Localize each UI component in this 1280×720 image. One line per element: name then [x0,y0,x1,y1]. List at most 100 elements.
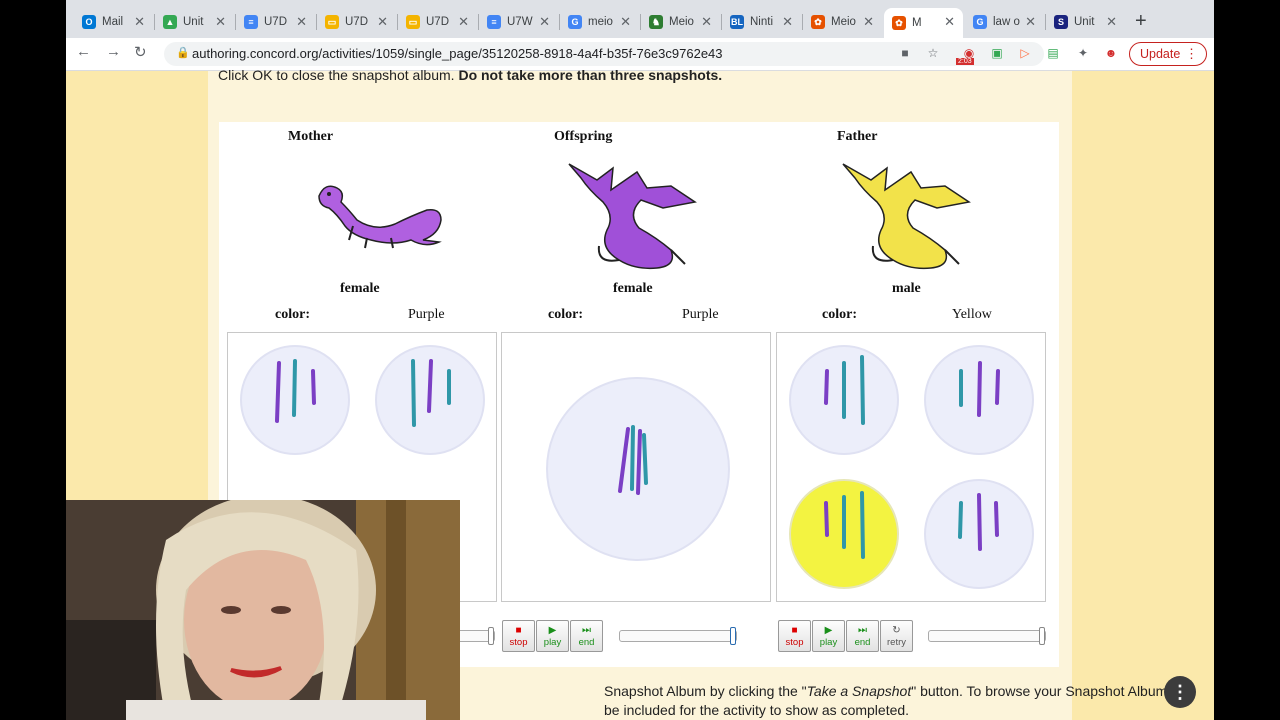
play-label: play [819,637,838,648]
top-instruction-text: Click OK to close the snapshot album. [218,67,459,83]
father-cell-3 [789,479,899,589]
retry-icon: ↻ [892,625,901,636]
instruction-italic: Take a Snapshot [806,683,912,699]
google-slides-icon: ▭ [406,15,420,29]
mother-dragon-image [318,185,442,249]
chromosomes [275,359,316,423]
browser-tab[interactable]: ✿ Meio ✕ [803,8,882,36]
browser-tab[interactable]: ▭ U7D ✕ [398,8,477,36]
reload-icon[interactable]: ↻ [134,43,147,61]
mother-color-label: color: [275,307,310,322]
mother-color-value: Purple [408,307,445,322]
tab-title: Unit [183,16,204,28]
father-stop-button[interactable]: ■ stop [778,620,811,652]
close-tab-icon[interactable]: ✕ [1106,14,1117,30]
instruction-text: " button. To browse your Snapshot Album, [911,683,1172,699]
chromosomes [824,491,865,559]
close-tab-icon[interactable]: ✕ [782,14,793,30]
profile-avatar-icon[interactable]: ☻ [1104,46,1118,60]
bottom-instruction: Snapshot Album by clicking the "Take a S… [604,682,1171,720]
back-icon[interactable]: ← [76,43,91,60]
browser-tab[interactable]: BL Ninti ✕ [722,8,801,36]
close-tab-icon[interactable]: ✕ [296,14,307,30]
close-tab-icon[interactable]: ✕ [377,14,388,30]
close-tab-icon[interactable]: ✕ [620,14,631,30]
tab-title: Mail [102,16,124,28]
google-slides-icon: ▭ [325,15,339,29]
tab-title: Meio [669,16,694,28]
concord-icon: ✿ [892,16,906,30]
offspring-title: Offspring [554,129,613,144]
close-tab-icon[interactable]: ✕ [134,14,145,30]
top-instruction-warning: Do not take more than three snapshots. [458,67,723,83]
browser-tab[interactable]: ✿ M ✕ [884,8,963,38]
extension-green-icon[interactable]: ▤ [1046,46,1060,60]
browser-tab[interactable]: ♞ Meio ✕ [641,8,720,36]
tab-title: Unit [1074,16,1095,28]
forward-icon[interactable]: → [106,43,121,60]
slider-thumb[interactable] [1039,627,1045,645]
offspring-cell [546,377,730,561]
father-cell-1 [789,345,899,455]
offspring-play-button[interactable]: ▶ play [536,620,569,652]
browser-tab[interactable]: Gmeio ✕ [560,8,639,36]
dragon-icon: ♞ [649,15,663,29]
browser-tab[interactable]: S Unit ✕ [1046,8,1125,36]
offspring-end-button[interactable]: ⏭ end [570,620,603,652]
slider-thumb[interactable] [730,627,736,645]
address-bar[interactable]: 🔒 authoring.concord.org/activities/1059/… [164,42,1044,66]
browser-tab[interactable]: ≡ U7D ✕ [236,8,315,36]
camera-icon[interactable]: ■ [898,46,912,60]
close-tab-icon[interactable]: ✕ [215,14,226,30]
offspring-color-value: Purple [682,307,719,322]
tab-title: M [912,17,922,29]
retry-label: retry [887,637,906,648]
new-tab-icon[interactable]: + [1135,10,1147,33]
extensions-puzzle-icon[interactable]: ✦ [1076,46,1090,60]
play-icon: ▶ [548,625,557,636]
close-tab-icon[interactable]: ✕ [701,14,712,30]
tab-title: U7D [345,16,369,28]
end-icon: ⏭ [582,625,591,636]
play-label: play [543,637,562,648]
close-tab-icon[interactable]: ✕ [863,14,874,30]
browser-tab[interactable]: O Mail ✕ [74,8,153,36]
outlook-icon: O [82,15,96,29]
tab-title: Ninti [750,16,774,28]
tab-title: meio [588,16,613,28]
google-docs-icon: ≡ [487,15,501,29]
offspring-sex: female [613,281,653,296]
google-icon: G [568,15,582,29]
father-play-button[interactable]: ▶ play [812,620,845,652]
father-retry-button[interactable]: ↻ retry [880,620,913,652]
top-instruction: Click OK to close the snapshot album. Do… [218,67,722,83]
offspring-color-label: color: [548,307,583,322]
google-docs-icon: ≡ [244,15,258,29]
browser-tab[interactable]: ▲ Unit ✕ [155,8,234,36]
father-end-button[interactable]: ⏭ end [846,620,879,652]
browser-tab[interactable]: ▭ U7D ✕ [317,8,396,36]
close-tab-icon[interactable]: ✕ [1025,14,1036,30]
webcam-overlay [66,500,460,720]
schoology-icon: S [1054,15,1068,29]
update-label: Update [1140,47,1181,61]
stop-icon: ■ [791,625,798,636]
offspring-stop-button[interactable]: ■ stop [502,620,535,652]
mother-sex: female [340,281,380,296]
offspring-progress-slider[interactable] [619,627,737,645]
father-progress-slider[interactable] [928,627,1046,645]
close-tab-icon[interactable]: ✕ [539,14,550,30]
url-text[interactable]: authoring.concord.org/activities/1059/si… [192,46,723,61]
video-menu-icon[interactable]: ⋮ [1164,676,1196,708]
bookmark-star-icon[interactable]: ☆ [926,46,940,60]
close-tab-icon[interactable]: ✕ [458,14,469,30]
slider-thumb[interactable] [488,627,494,645]
browser-tab[interactable]: Glaw o ✕ [965,8,1044,36]
close-tab-icon[interactable]: ✕ [944,14,955,30]
browser-tab[interactable]: ≡ U7W ✕ [479,8,558,36]
extension-doc-icon[interactable]: ▣ [990,46,1004,60]
extension-arrow-icon[interactable]: ▷ [1018,46,1032,60]
update-button[interactable]: Update ⋮ [1129,42,1207,66]
stop-label: stop [509,637,528,648]
mother-cell-1 [240,345,350,455]
